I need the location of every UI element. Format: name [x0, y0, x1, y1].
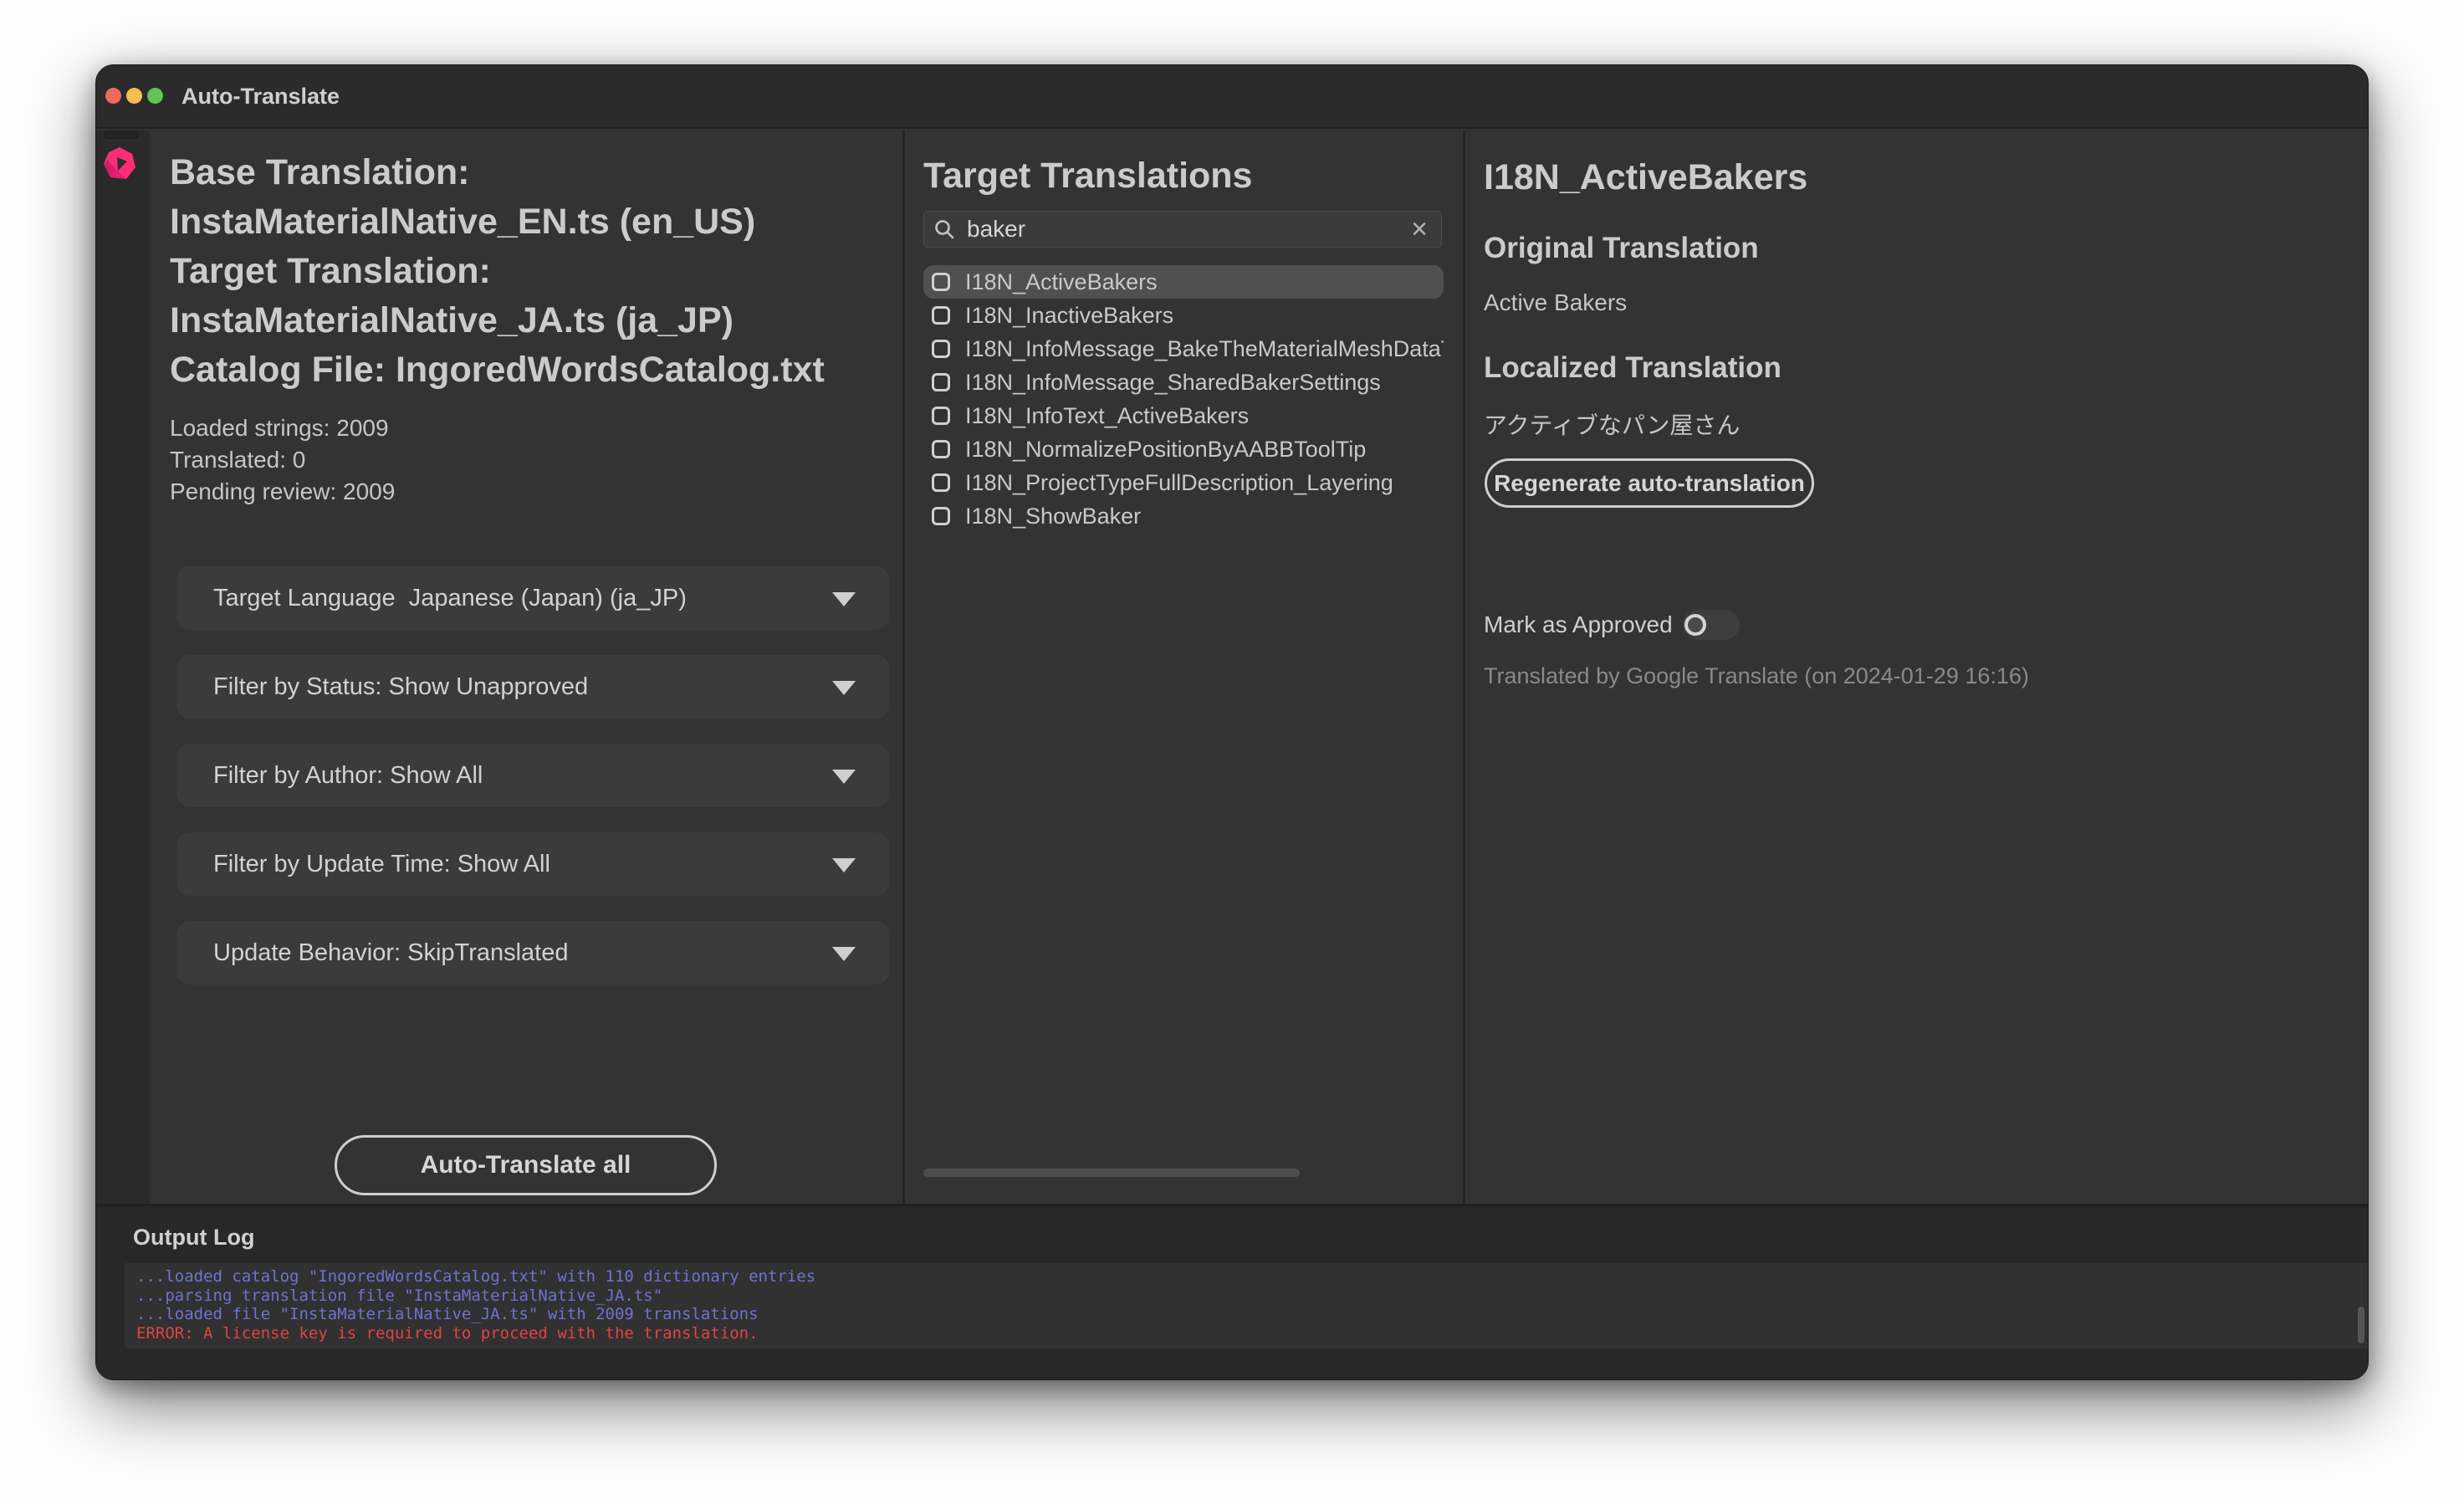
regenerate-auto-translation-button[interactable]: Regenerate auto-translation [1485, 458, 1814, 508]
dropdown-value: Target Language Japanese (Japan) (ja_JP) [213, 566, 687, 630]
target-language-dropdown[interactable]: Target Language Japanese (Japan) (ja_JP) [176, 566, 889, 630]
app-window: Auto-Translate Base Translation: InstaMa… [95, 64, 2369, 1380]
selected-key-title: I18N_ActiveBakers [1484, 153, 1807, 202]
item-checkbox[interactable] [932, 340, 950, 358]
translation-detail-panel: I18N_ActiveBakers Original Translation A… [1465, 130, 2368, 1204]
list-item[interactable]: I18N_ActiveBakers [923, 265, 1444, 299]
close-window-button[interactable] [105, 88, 121, 104]
search-input[interactable] [967, 216, 1411, 243]
chevron-down-icon [832, 947, 856, 961]
search-box[interactable]: × [923, 211, 1442, 248]
chevron-down-icon [832, 858, 856, 872]
target-translations-title: Target Translations [923, 151, 1252, 201]
log-line: ...loaded catalog "IngoredWordsCatalog.t… [136, 1267, 2368, 1287]
list-item[interactable]: I18N_ProjectTypeFullDescription_Layering [923, 466, 1444, 499]
auto-translate-all-button[interactable]: Auto-Translate all [335, 1135, 717, 1195]
filter-update-time-dropdown[interactable]: Filter by Update Time: Show All [176, 832, 889, 896]
instalod-logo-icon [103, 146, 136, 180]
filter-status-dropdown[interactable]: Filter by Status: Show Unapproved [176, 655, 889, 719]
stat-translated: Translated: 0 [170, 444, 395, 476]
item-checkbox[interactable] [932, 473, 950, 492]
item-checkbox[interactable] [932, 407, 950, 425]
mark-as-approved-label: Mark as Approved [1484, 611, 1673, 638]
zoom-window-button[interactable] [147, 88, 163, 104]
translation-stats: Loaded strings: 2009 Translated: 0 Pendi… [170, 412, 395, 508]
log-line: ERROR: A license key is required to proc… [136, 1324, 2368, 1343]
output-log-title: Output Log [133, 1225, 254, 1251]
update-behavior-dropdown[interactable]: Update Behavior: SkipTranslated [176, 921, 889, 985]
list-item[interactable]: I18N_NormalizePositionByAABBToolTip [923, 432, 1444, 466]
chevron-down-icon [832, 770, 856, 784]
item-checkbox[interactable] [932, 273, 950, 291]
localized-translation-heading: Localized Translation [1484, 351, 1782, 385]
app-icon-strip [96, 130, 150, 1204]
translation-key-list: I18N_ActiveBakers I18N_InactiveBakers I1… [923, 265, 1444, 1204]
dropdown-value: Filter by Status: Show Unapproved [213, 655, 588, 719]
list-item[interactable]: I18N_InfoMessage_BakeTheMaterialMeshData… [923, 332, 1444, 366]
original-translation-text: Active Bakers [1484, 289, 1627, 316]
list-item[interactable]: I18N_InactiveBakers [923, 299, 1444, 332]
output-log-section: Output Log ...loaded catalog "IngoredWor… [96, 1204, 2368, 1379]
item-checkbox[interactable] [932, 507, 950, 525]
summary-line: Catalog File: IngoredWordsCatalog.txt [170, 345, 889, 395]
translation-attribution: Translated by Google Translate (on 2024-… [1484, 663, 2029, 689]
item-checkbox[interactable] [932, 440, 950, 458]
clear-search-icon[interactable]: × [1411, 215, 1428, 243]
localized-translation-text: アクティブなパン屋さん [1484, 407, 1740, 441]
stat-pending-review: Pending review: 2009 [170, 476, 395, 508]
minimize-window-button[interactable] [126, 88, 142, 104]
summary-line: InstaMaterialNative_EN.ts (en_US) [170, 197, 889, 247]
base-translation-summary: Base Translation: InstaMaterialNative_EN… [170, 148, 889, 395]
title-bar[interactable]: Auto-Translate [96, 65, 2368, 129]
horizontal-scrollbar[interactable] [923, 1169, 1300, 1177]
chevron-down-icon [832, 592, 856, 606]
item-checkbox[interactable] [932, 373, 950, 391]
item-checkbox[interactable] [932, 306, 950, 325]
target-translations-panel: Target Translations × I18N_ActiveBakers … [905, 130, 1463, 1204]
mark-as-approved-row: Mark as Approved [1484, 608, 1740, 642]
dropdown-value: Filter by Author: Show All [213, 744, 483, 807]
window-title: Auto-Translate [181, 65, 340, 127]
settings-panel: Base Translation: InstaMaterialNative_EN… [150, 130, 902, 1204]
log-line: ...parsing translation file "InstaMateri… [136, 1287, 2368, 1306]
approved-toggle[interactable] [1683, 610, 1740, 640]
log-vertical-scrollbar[interactable] [2358, 1307, 2364, 1343]
log-line: ...loaded file "InstaMaterialNative_JA.t… [136, 1305, 2368, 1324]
summary-line: Base Translation: [170, 148, 889, 197]
chevron-down-icon [832, 681, 856, 695]
list-item[interactable]: I18N_InfoText_ActiveBakers [923, 399, 1444, 432]
stat-loaded-strings: Loaded strings: 2009 [170, 412, 395, 444]
toggle-knob-icon [1684, 614, 1706, 636]
original-translation-heading: Original Translation [1484, 232, 1759, 265]
summary-line: InstaMaterialNative_JA.ts (ja_JP) [170, 296, 889, 345]
drawer-handle[interactable] [104, 130, 139, 139]
filter-author-dropdown[interactable]: Filter by Author: Show All [176, 744, 889, 807]
summary-line: Target Translation: [170, 247, 889, 296]
search-icon [933, 218, 955, 240]
output-log-console[interactable]: ...loaded catalog "IngoredWordsCatalog.t… [125, 1263, 2368, 1348]
list-item[interactable]: I18N_ShowBaker [923, 499, 1444, 533]
list-item[interactable]: I18N_InfoMessage_SharedBakerSettings [923, 366, 1444, 399]
dropdown-value: Filter by Update Time: Show All [213, 832, 550, 896]
dropdown-value: Update Behavior: SkipTranslated [213, 921, 569, 985]
